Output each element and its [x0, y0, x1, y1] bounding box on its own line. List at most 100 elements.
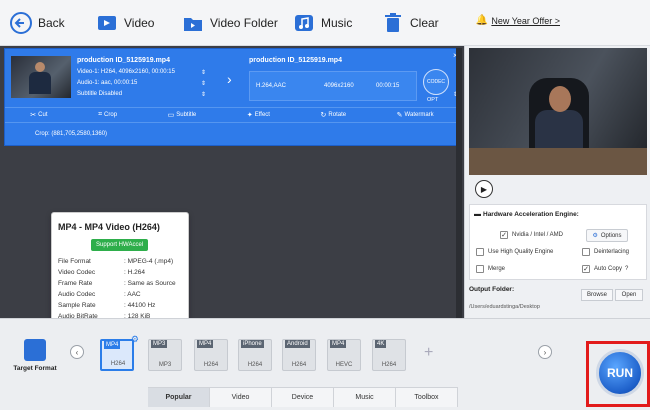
output-info-box: H.264,AAC 4096x2160 00:00:15 — [249, 71, 417, 101]
preview-panel: ▶ ▬ Hardware Acceleration Engine: ✓ Nvidia… — [464, 46, 650, 318]
tab-device[interactable]: Device — [272, 387, 334, 407]
format-iphone[interactable]: iPhone H264 — [238, 339, 272, 371]
bell-icon: 🔔 — [475, 15, 489, 26]
high-quality-checkbox[interactable]: Use High Quality Engine — [476, 248, 553, 256]
format-4k[interactable]: 4K H264 — [372, 339, 406, 371]
music-label: Music — [321, 15, 353, 30]
output-folder-path: /Users/eduardstinga/Desktop — [469, 304, 540, 310]
checkmark-icon: ✓ — [582, 265, 590, 273]
audio-track-info[interactable]: Audio-1: aac, 00:00:15 — [77, 80, 137, 86]
video-folder-icon — [182, 12, 204, 34]
effect-label: Effect — [254, 112, 270, 118]
gpu-icon: ▬ — [474, 211, 481, 218]
subtitle-button[interactable]: ▭ Subtitle — [168, 111, 197, 119]
subtitle-dropdown-icon[interactable]: ⇕ — [201, 91, 206, 98]
format-android[interactable]: Android H264 — [282, 339, 316, 371]
gear-icon[interactable]: ⚙ — [131, 334, 139, 345]
help-icon[interactable]: ? — [625, 266, 628, 272]
subtitle-icon: ▭ — [167, 112, 175, 119]
chevron-right-icon: › — [227, 71, 232, 87]
scroll-right-button[interactable]: › — [538, 345, 552, 359]
codec-options-button[interactable]: CODEC — [423, 69, 449, 95]
output-codec: H.264,AAC — [256, 83, 287, 89]
format-mp4-hevc[interactable]: MP4 HEVC — [327, 339, 361, 371]
nvidia-checkbox[interactable]: ✓ Nvidia / Intel / AMD — [500, 231, 563, 239]
watermark-icon: ✎ — [396, 112, 403, 119]
video-preview[interactable] — [469, 48, 647, 175]
crop-info: Crop: (881,705,2580,1360) — [35, 131, 108, 137]
track-dropdown-icon[interactable]: ⇕ — [201, 69, 206, 76]
target-format-label: Target Format — [13, 365, 57, 372]
run-button[interactable]: RUN — [596, 349, 644, 397]
effect-button[interactable]: ✦ Effect — [247, 111, 270, 119]
target-format-button[interactable]: Target Format — [10, 339, 60, 372]
rotate-button[interactable]: ↻ Rotate — [321, 111, 347, 119]
format-mp4-h264-2[interactable]: MP4 H264 — [194, 339, 228, 371]
gear-icon: ⚙ — [592, 233, 598, 239]
subtitle-status[interactable]: Subtitle Disabled — [77, 91, 122, 97]
format-mp3[interactable]: MP3 MP3 — [148, 339, 182, 371]
tab-popular[interactable]: Popular — [148, 387, 210, 407]
format-tabs: Popular Video Device Music Toolbox — [148, 387, 458, 407]
output-file-name[interactable]: production ID_5125919.mp4 — [249, 57, 342, 64]
add-format-icon[interactable]: + — [424, 344, 433, 362]
tab-toolbox[interactable]: Toolbox — [396, 387, 458, 407]
auto-copy-label: Auto Copy — [594, 266, 623, 272]
chevron-left-icon: ‹ — [75, 347, 79, 357]
video-track-info[interactable]: Video-1: H264, 4096x2160, 00:00:15 — [77, 69, 175, 75]
scroll-left-button[interactable]: ‹ — [70, 345, 84, 359]
popup-title: MP4 - MP4 Video (H264) — [58, 222, 160, 232]
tab-music[interactable]: Music — [334, 387, 396, 407]
popup-row: Audio Codec: AAC — [58, 291, 141, 298]
edit-toolbar: ✂ Cut ⌗ Crop ▭ Subtitle ✦ Effect ↻ Rotate ✎ Wa… — [5, 107, 459, 123]
rotate-icon: ↻ — [320, 112, 327, 119]
scissors-icon: ✂ — [30, 112, 37, 119]
offer-label: New Year Offer > — [491, 15, 560, 26]
add-video-button[interactable]: Video — [96, 0, 154, 46]
crop-button[interactable]: ⌗ Crop — [98, 111, 117, 119]
new-year-offer-link[interactable]: 🔔 New Year Offer > — [476, 15, 560, 26]
source-file-name: production ID_5125919.mp4 — [77, 57, 170, 64]
watermark-button[interactable]: ✎ Watermark — [397, 111, 434, 119]
codec-badge: CODEC — [426, 79, 446, 85]
options-label: Options — [600, 232, 622, 239]
popup-row: Sample Rate: 44100 Hz — [58, 302, 156, 309]
merge-checkbox[interactable]: Merge — [476, 265, 505, 273]
clear-button[interactable]: Clear — [382, 0, 439, 46]
cut-button[interactable]: ✂ Cut — [30, 111, 47, 119]
add-music-button[interactable]: Music — [293, 0, 352, 46]
auto-copy-checkbox[interactable]: ✓ Auto Copy? — [582, 265, 628, 273]
trash-icon — [382, 12, 404, 34]
run-highlight: RUN — [586, 341, 650, 407]
play-button[interactable]: ▶ — [475, 180, 493, 198]
popup-row: Video Codec: H.264 — [58, 269, 145, 276]
hwaccel-badge: Support HWAccel — [91, 239, 149, 251]
crop-icon: ⌗ — [98, 111, 103, 118]
hw-title: Hardware Acceleration Engine: — [483, 211, 579, 218]
task-item[interactable]: production ID_5125919.mp4 Video-1: H264,… — [4, 48, 460, 146]
output-folder-label: Output Folder: — [469, 286, 515, 293]
audio-dropdown-icon[interactable]: ⇕ — [201, 80, 206, 87]
format-mp4-h264[interactable]: MP4 H264 ⚙ — [100, 334, 139, 371]
popup-row: File Format: MPEG-4 (.mp4) — [58, 258, 174, 265]
open-button[interactable]: Open — [615, 289, 643, 301]
subtitle-label: Subtitle — [176, 112, 197, 118]
play-icon: ▶ — [480, 184, 488, 194]
watermark-label: Watermark — [404, 112, 434, 118]
output-resolution: 4096x2160 — [324, 83, 354, 89]
back-button[interactable]: Back — [10, 0, 65, 46]
hardware-acceleration-box: ▬ Hardware Acceleration Engine: ✓ Nvidia /… — [469, 204, 647, 280]
deinterlacing-checkbox[interactable]: Deinterlacing — [582, 248, 629, 256]
popup-row: Frame Rate: Same as Source — [58, 280, 176, 287]
scrollbar[interactable] — [456, 48, 462, 318]
nvidia-label: Nvidia / Intel / AMD — [512, 232, 564, 238]
options-button[interactable]: ⚙ Options — [586, 229, 628, 242]
video-label: Video — [124, 15, 155, 30]
add-video-folder-button[interactable]: Video Folder — [182, 0, 278, 46]
tab-video[interactable]: Video — [210, 387, 272, 407]
clear-label: Clear — [410, 15, 439, 30]
browse-button[interactable]: Browse — [581, 289, 613, 301]
video-thumbnail[interactable] — [11, 56, 71, 98]
crop-label: Crop — [104, 112, 118, 118]
rotate-label: Rotate — [328, 112, 347, 118]
